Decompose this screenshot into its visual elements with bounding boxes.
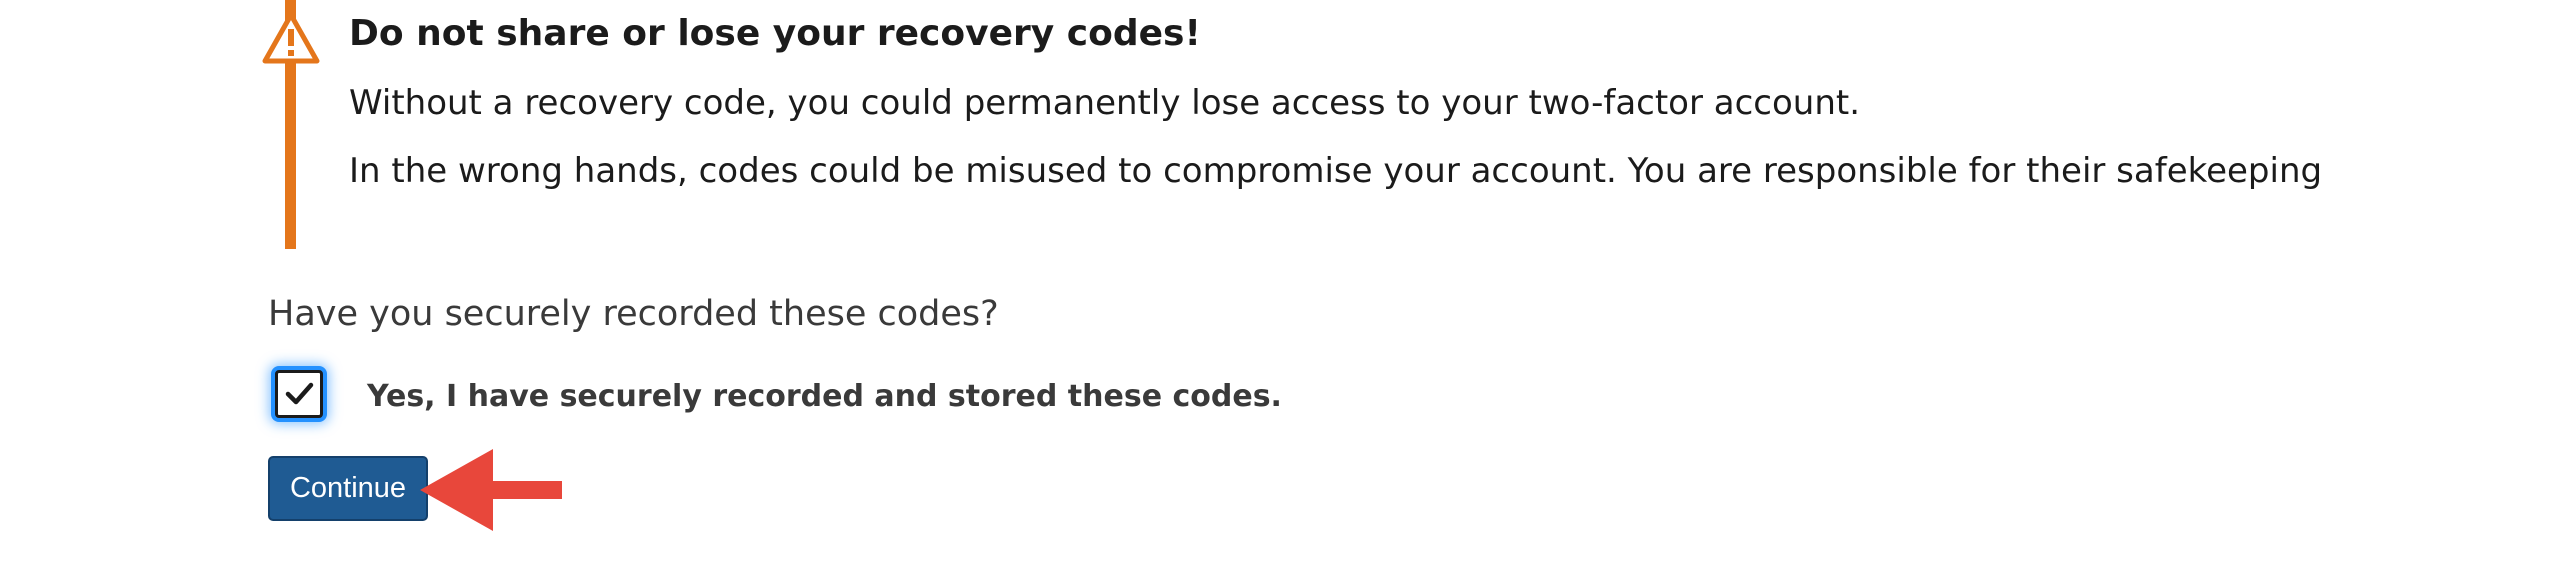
recorded-codes-checkbox-label[interactable]: Yes, I have securely recorded and stored…	[367, 379, 1282, 414]
recovery-codes-confirmation: Do not share or lose your recovery codes…	[0, 0, 2560, 564]
confirmation-question: Have you securely recorded these codes?	[268, 294, 999, 334]
warning-text-access: Without a recovery code, you could perma…	[349, 83, 1861, 123]
continue-button[interactable]: Continue	[268, 456, 428, 521]
warning-text-misuse: In the wrong hands, codes could be misus…	[349, 151, 2323, 191]
warning-title: Do not share or lose your recovery codes…	[349, 13, 1201, 54]
checkmark-icon	[285, 382, 314, 405]
recorded-codes-checkbox[interactable]	[275, 370, 323, 418]
warning-triangle-icon	[262, 12, 320, 64]
annotation-arrow-icon	[418, 447, 564, 533]
